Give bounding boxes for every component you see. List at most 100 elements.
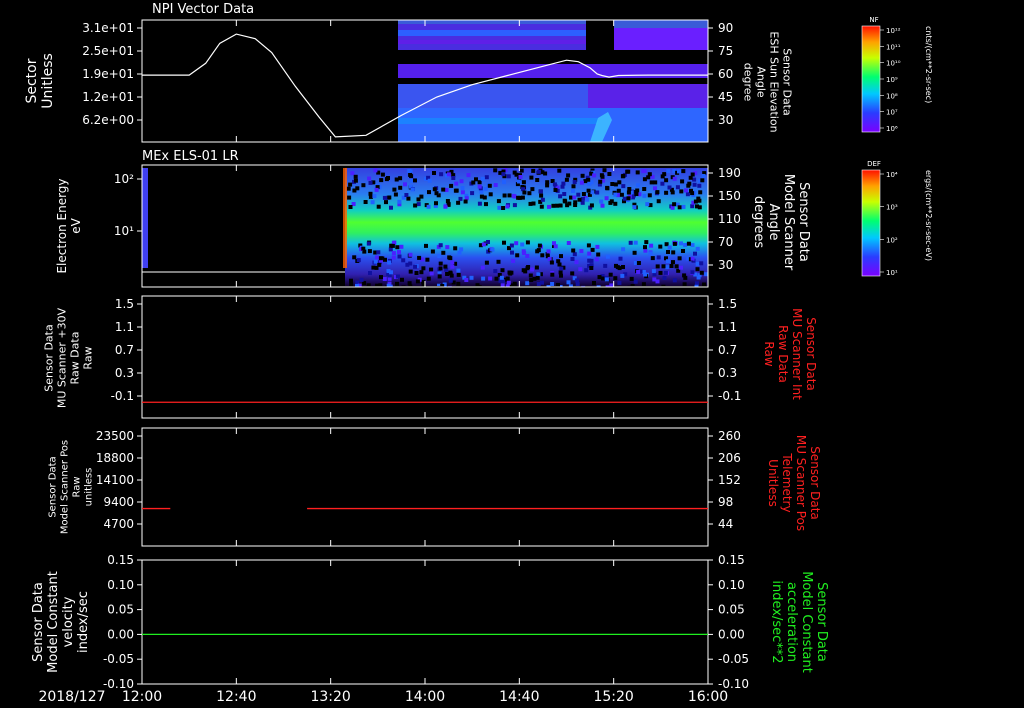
spectrogram-pixel bbox=[558, 194, 563, 199]
panel-1-ylabel: SectorUnitless bbox=[24, 53, 56, 109]
spectrogram-pixel bbox=[514, 241, 519, 246]
y-tick-label: 9400 bbox=[103, 495, 134, 509]
spectrogram-pixel bbox=[484, 175, 489, 180]
x-tick-label: 14:40 bbox=[499, 689, 539, 705]
spectrogram-pixel bbox=[488, 192, 493, 197]
spectrogram-pixel bbox=[535, 178, 540, 182]
spectrogram-pixel bbox=[552, 182, 557, 187]
spectrogram-pixel bbox=[599, 199, 604, 204]
spectrogram-pixel bbox=[501, 206, 506, 210]
spectrogram-pixel bbox=[407, 169, 412, 173]
spectrogram-pixel bbox=[507, 193, 512, 198]
spectrogram-pixel bbox=[398, 185, 403, 190]
spectrogram-pixel bbox=[470, 191, 475, 196]
spectrogram-pixel bbox=[479, 194, 484, 199]
spectrogram-pixel bbox=[494, 276, 499, 281]
spectrogram-pixel bbox=[641, 282, 646, 287]
spectrogram-pixel bbox=[529, 278, 534, 282]
spectrogram-pixel bbox=[511, 193, 516, 198]
spectrogram-pixel bbox=[540, 253, 545, 258]
colorbar-tick-label: 10³ bbox=[886, 204, 898, 212]
spectrogram-pixel bbox=[352, 255, 357, 260]
colorbar-nf-bar bbox=[861, 25, 881, 133]
spectrogram-pixel bbox=[571, 189, 575, 193]
spectrogram-pixel bbox=[434, 191, 439, 196]
spectrogram-pixel bbox=[622, 196, 627, 201]
spectrogram-pixel bbox=[405, 262, 410, 267]
spectrogram-pixel bbox=[397, 199, 402, 204]
spectrogram-pixel bbox=[398, 176, 403, 181]
spectrogram-pixel bbox=[392, 187, 397, 192]
spectrogram-pixel bbox=[367, 176, 372, 181]
spectrogram-pixel bbox=[391, 251, 396, 256]
spectrogram-pixel bbox=[643, 245, 647, 250]
spectrogram-pixel bbox=[604, 277, 609, 282]
spectrogram-pixel bbox=[682, 282, 687, 287]
colorbar-tick-label: 10⁷ bbox=[886, 109, 898, 117]
spectrogram-pixel bbox=[677, 169, 681, 174]
spectrogram-pixel bbox=[674, 264, 679, 269]
spectrogram-pixel bbox=[408, 252, 413, 257]
spectrogram-pixel bbox=[586, 188, 591, 193]
spectrogram-pixel bbox=[493, 168, 498, 173]
spectrogram-pixel bbox=[415, 279, 420, 284]
spectrogram-pixel bbox=[537, 243, 542, 248]
spectrogram-pixel bbox=[663, 270, 668, 275]
spectrogram-pixel bbox=[620, 174, 625, 179]
y-tick-label: 3.1e+01 bbox=[82, 21, 134, 35]
x-tick-label: 12:40 bbox=[216, 689, 256, 705]
panel-5-right-label: Sensor DataModel Constantaccelerationind… bbox=[769, 571, 829, 673]
spectrogram-pixel bbox=[427, 178, 432, 183]
panel-1-title: NPI Vector Data bbox=[152, 2, 254, 17]
spectrogram-pixel bbox=[390, 243, 395, 248]
y-tick-label: 0.15 bbox=[107, 553, 134, 567]
y-tick-label-right: 60 bbox=[718, 67, 733, 81]
spectrogram-pixel bbox=[572, 180, 577, 184]
y-tick-label: 1.5 bbox=[115, 297, 134, 311]
spectrogram-pixel bbox=[664, 190, 669, 195]
spectrogram-pixel bbox=[550, 282, 555, 286]
spectrogram-pixel bbox=[642, 187, 647, 191]
spectrogram-pixel bbox=[549, 260, 554, 265]
spectrogram-pixel bbox=[600, 203, 605, 208]
spectrogram-pixel bbox=[627, 187, 632, 191]
spectrogram-pixel bbox=[502, 193, 507, 198]
spectrogram-pixel bbox=[574, 260, 579, 265]
spectrogram-pixel bbox=[441, 187, 446, 192]
spectrogram-pixel bbox=[626, 169, 631, 174]
spectrogram-pixel bbox=[370, 200, 375, 205]
spectrogram-pixel bbox=[547, 204, 551, 209]
y-tick-label-right: 45 bbox=[718, 90, 733, 104]
spectrogram-pixel bbox=[642, 177, 647, 182]
x-tick-label: 14:00 bbox=[405, 689, 445, 705]
spectrogram-pixel bbox=[589, 203, 594, 208]
spectrogram-pixel bbox=[421, 266, 426, 271]
spectrogram-pixel bbox=[590, 190, 595, 195]
spectrogram-pixel bbox=[661, 264, 666, 269]
spectrogram-pixel bbox=[677, 205, 682, 210]
spectrogram-pixel bbox=[653, 180, 658, 185]
spectrogram-pixel bbox=[587, 181, 592, 186]
spectrogram-pixel bbox=[699, 261, 704, 266]
spectrogram-pixel bbox=[535, 275, 540, 280]
spectrogram-pixel bbox=[560, 184, 565, 189]
spectrogram-pixel bbox=[497, 205, 502, 210]
spectrogram-pixel bbox=[573, 203, 578, 207]
spectrogram-pixel bbox=[349, 278, 353, 283]
y-tick-label-right: 1.1 bbox=[718, 320, 737, 334]
x-tick-label: 13:20 bbox=[310, 689, 350, 705]
spectrogram-pixel bbox=[539, 193, 544, 198]
spectrogram-pixel bbox=[556, 283, 560, 287]
spectrogram-pixel bbox=[429, 267, 434, 272]
spectrogram-pixel bbox=[397, 254, 402, 259]
spectrogram-pixel bbox=[589, 258, 594, 263]
spectrogram-pixel bbox=[387, 260, 392, 265]
spectrogram-pixel bbox=[621, 184, 626, 189]
y-tick-label: 0.3 bbox=[115, 366, 134, 380]
spectrogram-pixel bbox=[629, 276, 634, 281]
spectrogram-pixel bbox=[426, 204, 431, 209]
spectrogram-pixel bbox=[620, 273, 625, 278]
spectrogram-pixel bbox=[416, 202, 421, 207]
colorbar-tick-label: 10¹⁰ bbox=[886, 60, 901, 68]
spectrogram-pixel bbox=[379, 275, 383, 280]
